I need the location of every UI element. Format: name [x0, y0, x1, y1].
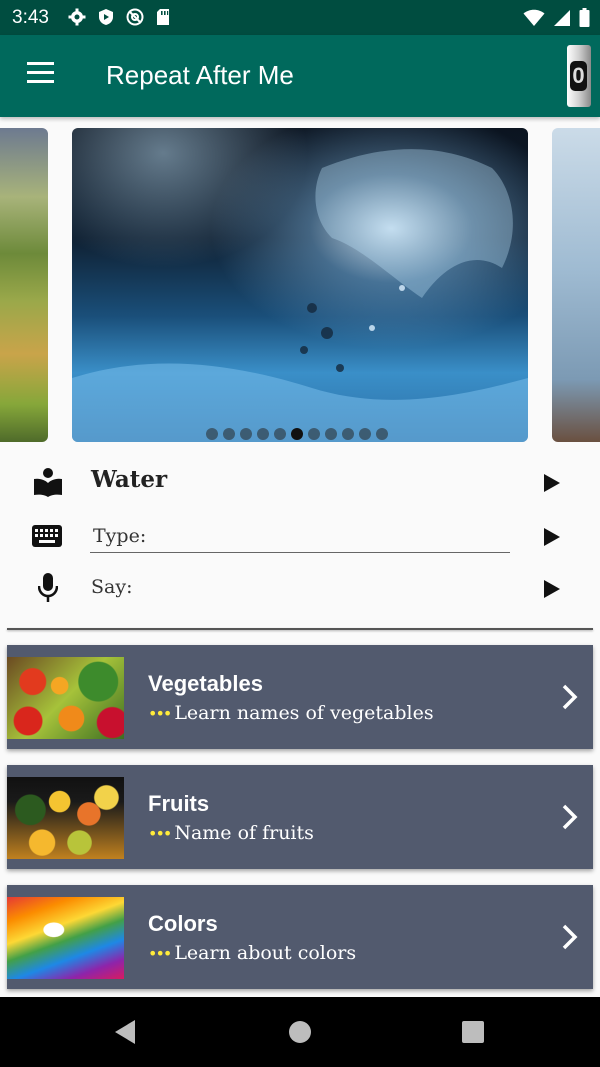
water-splash-image: [72, 149, 528, 442]
image-carousel[interactable]: [0, 128, 600, 444]
type-input-underline: [90, 552, 510, 553]
book-reader-icon: [34, 468, 62, 497]
carousel-dot[interactable]: [223, 428, 235, 440]
carousel-pagination: [206, 428, 388, 440]
carousel-dot[interactable]: [325, 428, 337, 440]
category-card-vegetables[interactable]: Vegetables ••• Learn names of vegetables: [7, 645, 593, 749]
dots-decoration-icon: •••: [148, 824, 172, 843]
carousel-dot[interactable]: [359, 428, 371, 440]
play-type-button[interactable]: [544, 528, 560, 546]
signal-icon: [554, 9, 570, 26]
carousel-dot[interactable]: [342, 428, 354, 440]
category-card-fruits[interactable]: Fruits ••• Name of fruits: [7, 765, 593, 869]
carousel-dot[interactable]: [257, 428, 269, 440]
status-notification-icons: [68, 8, 171, 26]
section-divider: [7, 628, 593, 630]
status-bar: 3:43: [0, 0, 600, 35]
carousel-dot[interactable]: [308, 428, 320, 440]
carousel-dot-active[interactable]: [291, 428, 303, 440]
category-subtitle: ••• Learn names of vegetables: [148, 702, 434, 724]
score-counter-value: 0: [570, 61, 587, 91]
carousel-slide-previous[interactable]: [0, 128, 48, 442]
wifi-icon: [523, 9, 545, 26]
dots-decoration-icon: •••: [148, 704, 172, 723]
shield-icon: [99, 9, 113, 25]
category-title: Vegetables: [148, 671, 263, 696]
app-title: Repeat After Me: [106, 60, 294, 90]
settings-icon: [68, 8, 86, 26]
play-word-button[interactable]: [544, 474, 560, 492]
play-say-button[interactable]: [544, 580, 560, 598]
type-input[interactable]: Type:: [93, 525, 146, 547]
menu-icon[interactable]: [22, 62, 60, 90]
colors-thumbnail: [7, 897, 124, 979]
category-subtitle: ••• Learn about colors: [148, 942, 357, 964]
carousel-dot[interactable]: [206, 428, 218, 440]
recents-icon[interactable]: [462, 1021, 484, 1043]
vegetables-thumbnail: [7, 657, 124, 739]
carousel-dot[interactable]: [274, 428, 286, 440]
category-card-colors[interactable]: Colors ••• Learn about colors: [7, 885, 593, 989]
score-counter: 0: [567, 45, 591, 107]
current-word: Water: [91, 466, 168, 493]
chevron-right-icon: [562, 924, 578, 950]
chevron-right-icon: [562, 684, 578, 710]
home-icon[interactable]: [289, 1021, 311, 1043]
sd-card-icon: [157, 9, 169, 25]
dots-decoration-icon: •••: [148, 944, 172, 963]
carousel-dot[interactable]: [376, 428, 388, 440]
carousel-slide-next[interactable]: [552, 128, 600, 442]
carousel-dot[interactable]: [240, 428, 252, 440]
battery-icon: [579, 8, 590, 27]
category-subtitle: ••• Name of fruits: [148, 822, 314, 844]
say-field[interactable]: Say:: [91, 576, 132, 598]
status-system-icons: [523, 8, 590, 27]
chevron-right-icon: [562, 804, 578, 830]
at-sign-icon: [126, 8, 144, 26]
keyboard-icon: [32, 525, 62, 547]
app-bar: Repeat After Me 0: [0, 35, 600, 117]
status-time: 3:43: [12, 7, 49, 28]
fruits-thumbnail: [7, 777, 124, 859]
category-title: Colors: [148, 911, 218, 936]
back-icon[interactable]: [115, 1020, 135, 1044]
microphone-icon: [38, 573, 58, 602]
system-navigation-bar: [0, 997, 600, 1067]
carousel-slide-water[interactable]: [72, 128, 528, 442]
category-title: Fruits: [148, 791, 210, 816]
